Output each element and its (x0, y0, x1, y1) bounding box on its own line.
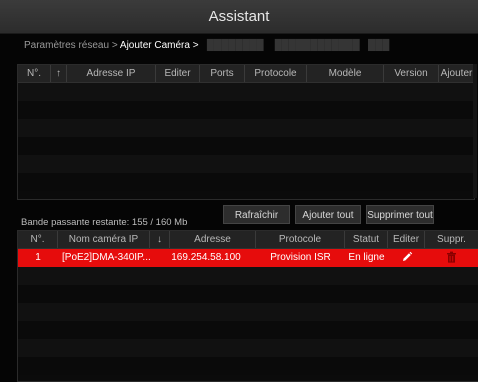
table-row[interactable] (18, 101, 474, 119)
col-status[interactable]: Statut (345, 231, 388, 248)
search-results-table: N°. ↑ Adresse IP Editer Ports Protocole … (17, 64, 475, 200)
refresh-button[interactable]: Rafraîchir (223, 205, 290, 224)
col-number[interactable]: N°. (18, 231, 58, 248)
table-row[interactable] (18, 155, 474, 173)
added-cameras-table: N°. Nom caméra IP ↓ Adresse Protocole St… (17, 230, 478, 382)
table-row[interactable] (18, 83, 474, 101)
col-camera-name[interactable]: Nom caméra IP (58, 231, 150, 248)
breadcrumb-faded-steps: ████████ ████████████ ███ (201, 40, 390, 51)
col-version[interactable]: Version (384, 65, 439, 82)
col-ports[interactable]: Ports (200, 65, 245, 82)
sort-down-icon[interactable]: ↓ (150, 231, 170, 248)
table-row[interactable] (18, 267, 478, 285)
col-protocol[interactable]: Protocole (256, 231, 345, 248)
bandwidth-remaining: Bande passante restante: 155 / 160 Mb (21, 217, 188, 228)
added-table-header: N°. Nom caméra IP ↓ Adresse Protocole St… (18, 231, 478, 249)
row-address: 169.254.58.100 (171, 252, 241, 263)
col-delete[interactable]: Suppr. (425, 231, 478, 248)
table-row[interactable] (18, 357, 478, 375)
col-address[interactable]: Adresse (170, 231, 256, 248)
col-model[interactable]: Modèle (307, 65, 384, 82)
col-number[interactable]: N°. (18, 65, 51, 82)
search-table-scrollbar[interactable] (473, 64, 477, 198)
row-camera-name: [PoE2]DMA-340IP... (62, 252, 151, 263)
window-title: Assistant (208, 8, 270, 25)
table-row[interactable] (18, 173, 474, 191)
delete-all-button[interactable]: Supprimer tout (366, 205, 434, 224)
table-row[interactable] (18, 303, 478, 321)
col-ip-address[interactable]: Adresse IP (67, 65, 156, 82)
col-edit[interactable]: Editer (388, 231, 425, 248)
table-row[interactable] (18, 321, 478, 339)
breadcrumb-add-camera[interactable]: Ajouter Caméra > (120, 40, 199, 51)
row-number: 1 (35, 252, 41, 263)
sort-up-icon[interactable]: ↑ (51, 65, 67, 82)
add-all-button[interactable]: Ajouter tout (295, 205, 361, 224)
row-protocol: Provision ISR (270, 252, 331, 263)
table-row[interactable] (18, 137, 474, 155)
search-table-header: N°. ↑ Adresse IP Editer Ports Protocole … (18, 65, 474, 83)
breadcrumb-network-settings[interactable]: Paramètres réseau > (24, 40, 118, 51)
table-row[interactable]: 1 [PoE2]DMA-340IP... 169.254.58.100 Prov… (18, 249, 478, 267)
col-protocol[interactable]: Protocole (245, 65, 307, 82)
edit-pencil-icon[interactable] (388, 249, 425, 267)
table-row[interactable] (18, 285, 478, 303)
col-add[interactable]: Ajouter (439, 65, 474, 82)
title-bar: Assistant (0, 0, 478, 34)
breadcrumb: Paramètres réseau > Ajouter Caméra > ███… (24, 40, 389, 51)
table-row[interactable] (18, 119, 474, 137)
row-status: En ligne (348, 252, 385, 263)
delete-trash-icon[interactable] (425, 249, 478, 267)
table-row[interactable] (18, 339, 478, 357)
col-edit[interactable]: Editer (156, 65, 200, 82)
